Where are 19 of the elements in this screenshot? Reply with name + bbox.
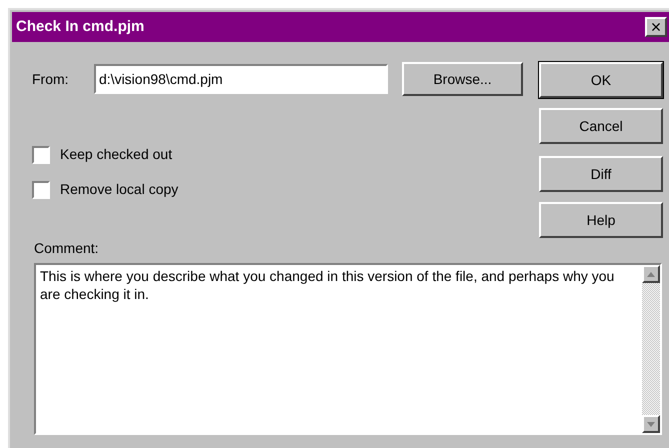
dialog-button[interactable]: Cancel	[539, 108, 663, 144]
dialog-button[interactable]: OK	[539, 62, 663, 98]
checkbox[interactable]	[32, 146, 50, 164]
comment-field[interactable]: This is where you describe what you changed in this version of the file, and perhaps why you are checking it in.	[34, 263, 662, 435]
window-title: Check In cmd.pjm	[16, 16, 144, 37]
scroll-up-icon[interactable]	[642, 265, 660, 283]
dialog-button[interactable]: Help	[539, 202, 663, 238]
browse-button[interactable]: Browse...	[402, 62, 523, 96]
comment-label: Comment:	[34, 239, 100, 258]
dialog-button[interactable]: Diff	[539, 156, 663, 192]
comment-text: This is where you describe what you changed in this version of the file, and perhaps why you are checking it in.	[39, 267, 616, 304]
scroll-down-icon[interactable]	[642, 415, 660, 433]
close-button[interactable]: ×	[645, 17, 667, 37]
from-label: From:	[32, 70, 70, 88]
checkbox-label: Remove local copy	[60, 180, 178, 199]
scrollbar[interactable]	[642, 265, 660, 433]
checkbox[interactable]	[32, 180, 50, 198]
checkbox-label: Keep checked out	[60, 145, 172, 164]
from-field[interactable]: d:\vision98\cmd.pjm	[94, 64, 388, 94]
